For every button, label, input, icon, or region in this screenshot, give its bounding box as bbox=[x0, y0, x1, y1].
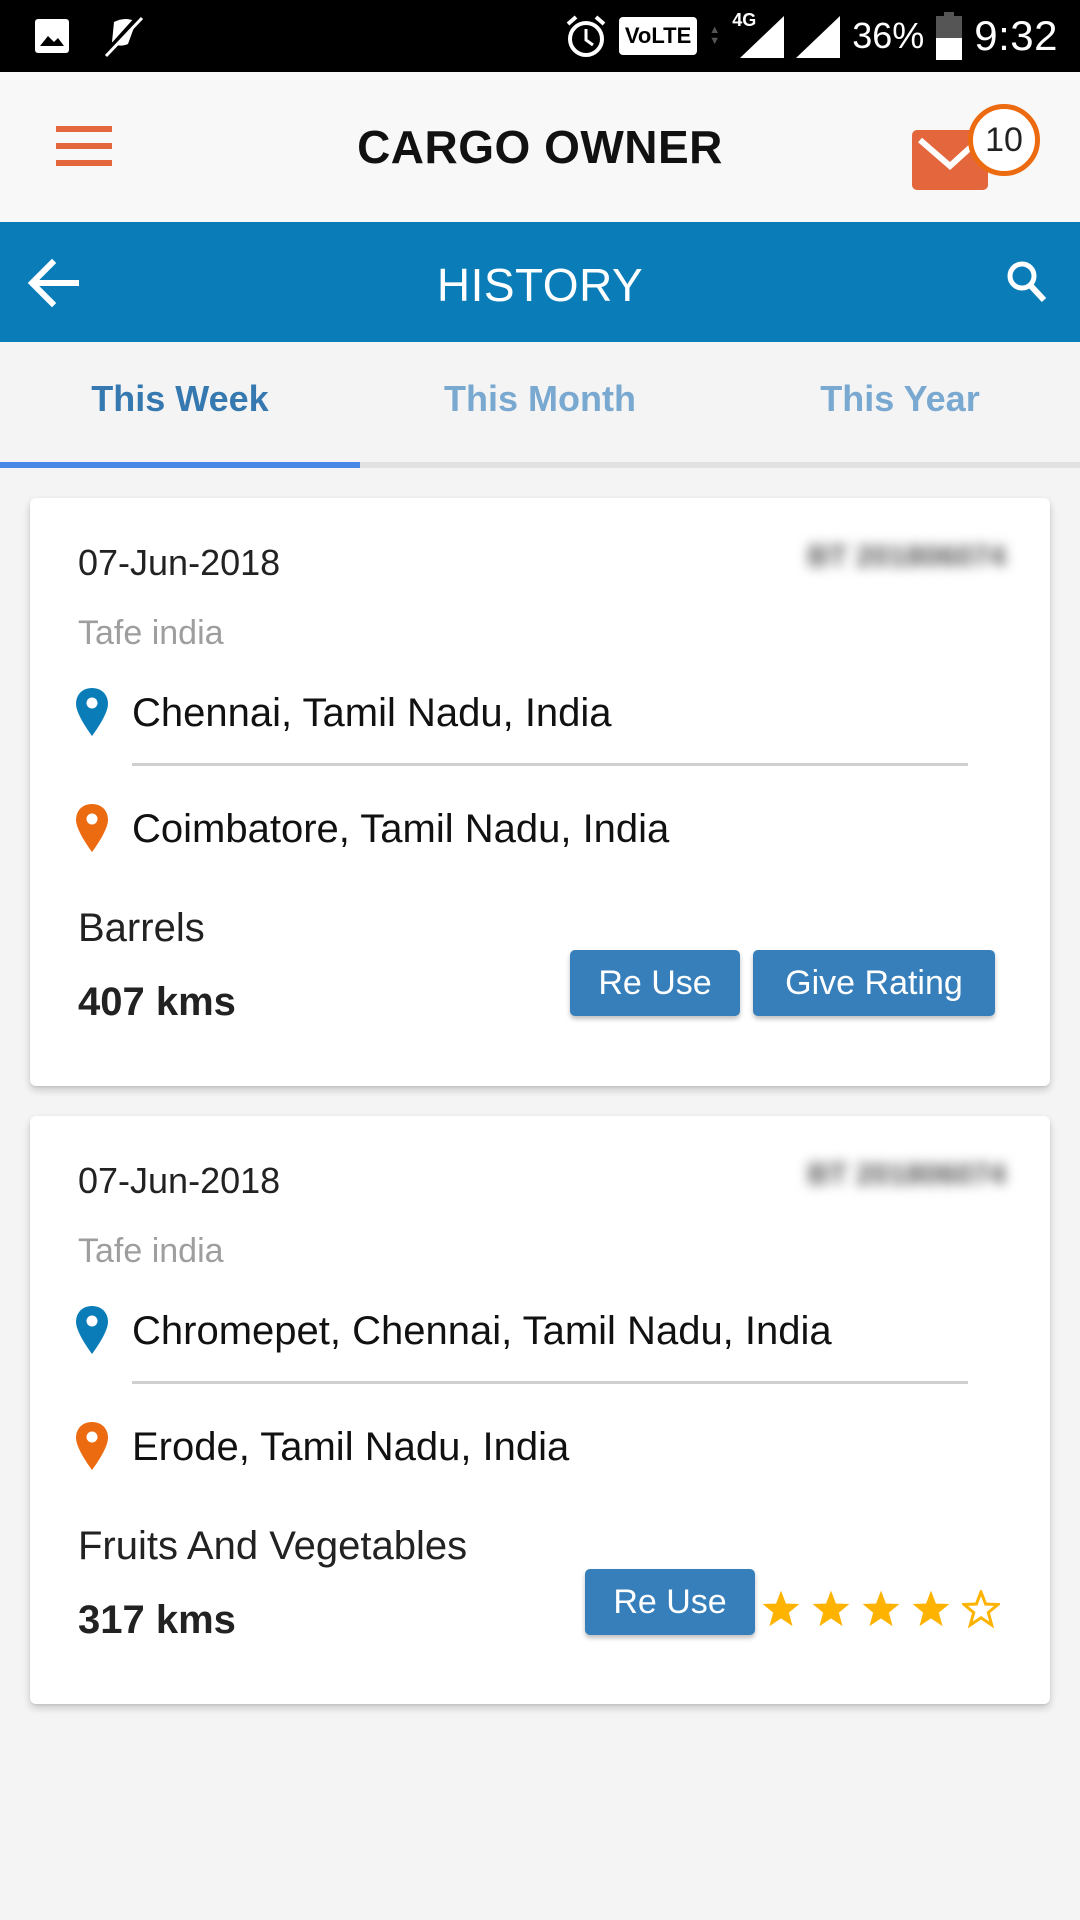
search-icon bbox=[1007, 261, 1047, 303]
tab-this-week[interactable]: This Week bbox=[0, 378, 360, 420]
star-filled-icon[interactable] bbox=[762, 1590, 800, 1628]
trip-id: BT 201806074 bbox=[807, 540, 1007, 573]
tab-this-year[interactable]: This Year bbox=[720, 378, 1080, 420]
mute-off-icon bbox=[101, 14, 144, 58]
trip-id: BT 201806074 bbox=[807, 1158, 1007, 1191]
star-empty-icon[interactable] bbox=[962, 1590, 1000, 1628]
tab-indicator bbox=[0, 462, 360, 468]
location-divider bbox=[132, 1381, 968, 1384]
page-title: HISTORY bbox=[436, 259, 644, 311]
drop-text: Coimbatore, Tamil Nadu, India bbox=[132, 806, 670, 851]
data-arrows-icon: ▲ ▼ bbox=[709, 24, 721, 47]
drop-location: Coimbatore, Tamil Nadu, India bbox=[74, 804, 669, 854]
pickup-location: Chromepet, Chennai, Tamil Nadu, India bbox=[74, 1306, 832, 1356]
volte-icon: VoLTE bbox=[618, 17, 698, 55]
cargo-type: Barrels bbox=[78, 906, 205, 950]
pickup-pin-icon bbox=[76, 1306, 108, 1354]
company-name: Tafe india bbox=[78, 1232, 224, 1270]
pickup-text: Chennai, Tamil Nadu, India bbox=[132, 690, 612, 735]
give-rating-button[interactable]: Give Rating bbox=[753, 950, 995, 1016]
star-filled-icon[interactable] bbox=[862, 1590, 900, 1628]
signal-4g-icon: 4G bbox=[732, 10, 785, 58]
drop-text: Erode, Tamil Nadu, India bbox=[132, 1424, 570, 1469]
pickup-pin-icon bbox=[76, 688, 108, 736]
pickup-location: Chennai, Tamil Nadu, India bbox=[74, 688, 612, 738]
star-filled-icon[interactable] bbox=[812, 1590, 850, 1628]
notification-badge: 10 bbox=[968, 104, 1040, 176]
drop-pin-icon bbox=[76, 1422, 108, 1470]
signal-icon bbox=[796, 16, 841, 58]
distance: 407 kms bbox=[78, 980, 236, 1024]
tab-this-month[interactable]: This Month bbox=[360, 378, 720, 420]
history-toolbar: HISTORY bbox=[0, 222, 1080, 342]
trip-card[interactable]: 07-Jun-2018 BT 201806074 Tafe india Chro… bbox=[30, 1116, 1050, 1704]
reuse-button[interactable]: Re Use bbox=[585, 1569, 755, 1635]
image-icon bbox=[35, 19, 69, 53]
period-tabs: This Week This Month This Year bbox=[0, 342, 1080, 468]
pickup-text: Chromepet, Chennai, Tamil Nadu, India bbox=[132, 1308, 832, 1353]
star-rating[interactable] bbox=[762, 1590, 1000, 1628]
location-divider bbox=[132, 763, 968, 766]
reuse-button[interactable]: Re Use bbox=[570, 950, 740, 1016]
distance: 317 kms bbox=[78, 1598, 236, 1642]
mail-button[interactable]: 10 bbox=[910, 102, 1040, 192]
drop-pin-icon bbox=[76, 804, 108, 852]
alarm-icon bbox=[566, 15, 606, 57]
trip-card[interactable]: 07-Jun-2018 BT 201806074 Tafe india Chen… bbox=[30, 498, 1050, 1086]
trip-date: 07-Jun-2018 bbox=[78, 1160, 281, 1201]
clock: 9:32 bbox=[974, 12, 1058, 59]
search-button[interactable] bbox=[1002, 258, 1052, 308]
drop-location: Erode, Tamil Nadu, India bbox=[74, 1422, 569, 1472]
battery-percent: 36% bbox=[852, 15, 925, 56]
status-bar: VoLTE ▲ ▼ 4G 36% 9:32 bbox=[0, 0, 1080, 72]
company-name: Tafe india bbox=[78, 614, 224, 652]
battery-icon bbox=[936, 12, 963, 60]
star-filled-icon[interactable] bbox=[912, 1590, 950, 1628]
cargo-type: Fruits And Vegetables bbox=[78, 1524, 468, 1568]
app-header: CARGO OWNER 10 bbox=[0, 72, 1080, 222]
trip-date: 07-Jun-2018 bbox=[78, 542, 281, 583]
